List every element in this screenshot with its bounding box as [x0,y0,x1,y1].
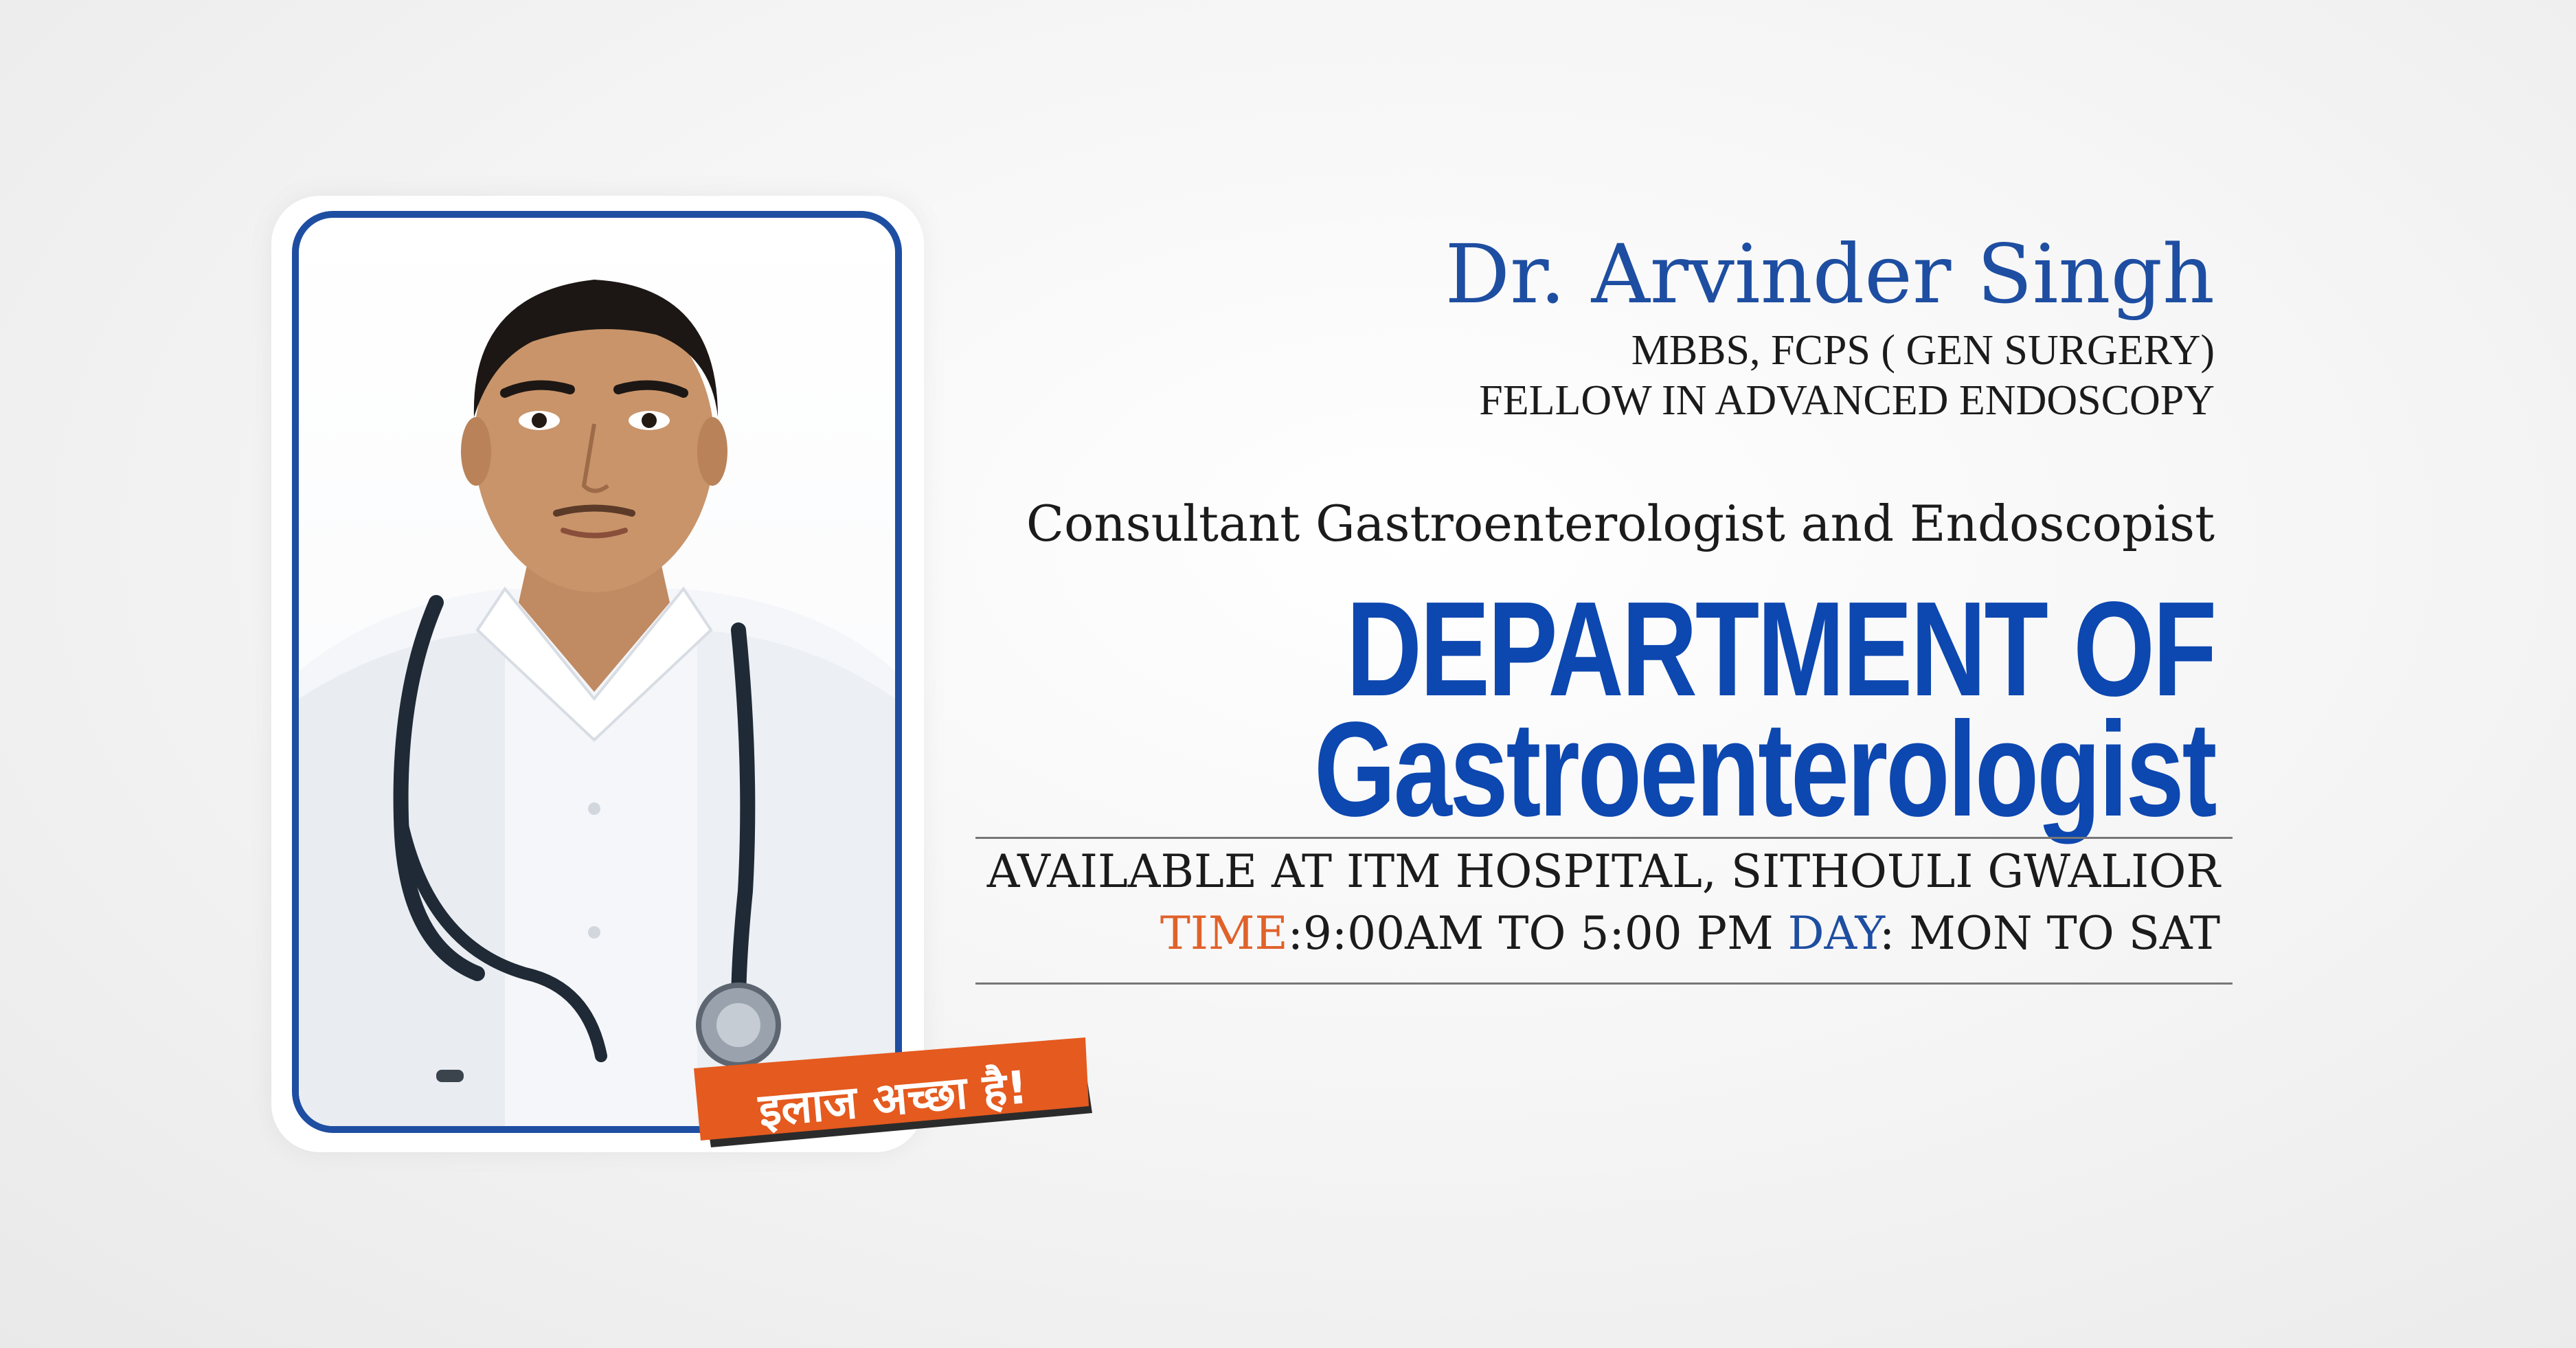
portrait-card [271,196,924,1152]
divider-top [975,837,2233,839]
qualification-line-1: MBBS, FCPS ( GEN SURGERY) [1631,327,2215,374]
doctor-portrait-image [299,280,895,1126]
tagline-badge: इलाज अच्छा है! [687,1037,1092,1147]
doctor-name: Dr. Arvinder Singh [1445,227,2215,322]
time-label: TIME [1160,907,1288,960]
day-value: : MON TO SAT [1879,907,2220,960]
qualification-line-2: FELLOW IN ADVANCED ENDOSCOPY [1479,377,2215,424]
day-label: DAY [1787,907,1879,960]
availability-schedule: TIME:9:00AM TO 5:00 PM DAY: MON TO SAT [1160,907,2220,960]
time-value: :9:00AM TO 5:00 PM [1287,907,1774,960]
portrait-frame [292,211,902,1133]
availability-location: AVAILABLE AT ITM HOSPITAL, SITHOULI GWAL… [986,845,2220,898]
department-heading-line-2: Gastroenterologist [1313,694,2217,844]
doctor-role: Consultant Gastroenterologist and Endosc… [1026,495,2215,552]
divider-bottom [975,982,2233,985]
